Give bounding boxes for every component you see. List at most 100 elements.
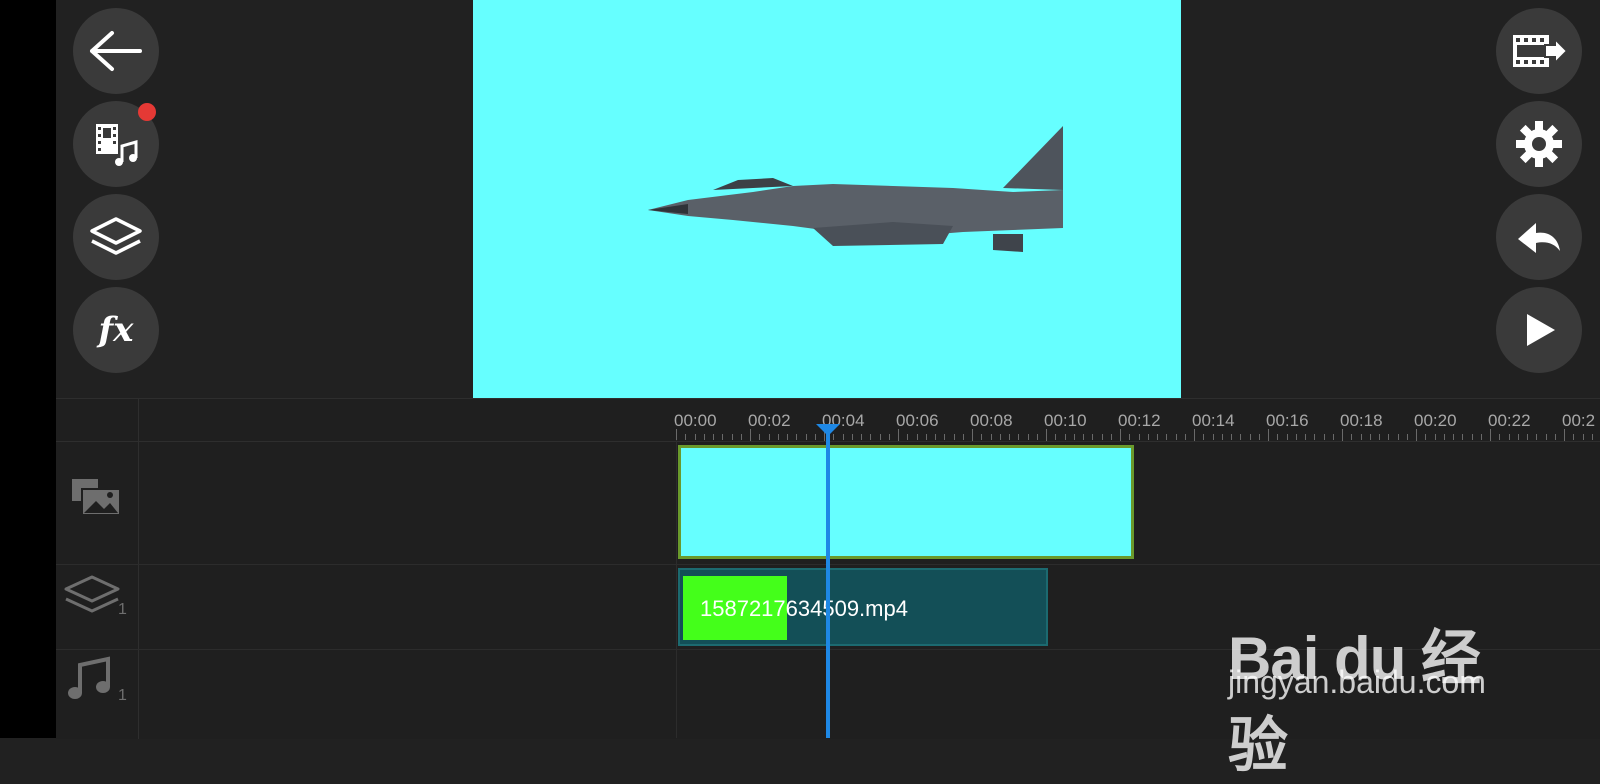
ruler-tick <box>1277 434 1279 440</box>
ruler-label: 00:12 <box>1118 411 1161 430</box>
ruler-tick <box>1046 429 1047 441</box>
effects-button[interactable]: fx <box>73 287 159 373</box>
ruler-label: 00:00 <box>674 411 717 430</box>
ruler-tick <box>740 434 742 440</box>
fighter-jet-image <box>648 126 1063 252</box>
ruler-tick <box>925 434 927 440</box>
ruler-tick <box>953 434 955 440</box>
ruler-tick <box>787 434 788 440</box>
playhead-handle[interactable] <box>816 424 840 436</box>
ruler-label: 00:08 <box>970 411 1013 430</box>
audio-music-track-icon[interactable] <box>66 655 114 703</box>
export-button[interactable] <box>1496 8 1582 94</box>
ruler-label: 00:2 <box>1562 411 1596 430</box>
ruler-label: 00:16 <box>1266 411 1309 430</box>
video-image-track-icon[interactable] <box>70 477 122 517</box>
playhead[interactable] <box>826 426 830 738</box>
ruler-tick <box>1564 429 1565 441</box>
ruler-tick <box>935 434 936 440</box>
ruler-label: 00:10 <box>1044 411 1087 430</box>
ruler-tick <box>1490 429 1491 441</box>
right-toolbar <box>1480 0 1600 398</box>
ruler-tick <box>888 434 890 440</box>
ruler-tick <box>1582 434 1584 440</box>
ruler-tick <box>731 434 733 440</box>
ruler-tick <box>1212 434 1214 440</box>
layers-icon <box>90 217 142 255</box>
ruler-tick <box>1064 434 1066 440</box>
ruler-tick <box>1083 434 1084 440</box>
ruler-tick <box>1268 429 1269 441</box>
arrow-left-icon <box>90 31 142 71</box>
video-preview[interactable] <box>473 0 1181 398</box>
ruler-tick <box>1453 434 1454 440</box>
video-track-clip[interactable] <box>678 445 1134 559</box>
ruler-tick <box>916 434 918 440</box>
overlay-layer-track-icon[interactable] <box>62 571 122 619</box>
ruler-label: 00:20 <box>1414 411 1457 430</box>
ruler-tick <box>685 434 687 440</box>
ruler-tick <box>759 434 761 440</box>
ruler-tick <box>1231 434 1232 440</box>
overlay-clip-name: 1587217634509.mp4 <box>700 596 908 621</box>
ruler-tick <box>1286 434 1288 440</box>
ruler-tick <box>1129 434 1131 440</box>
ruler-tick <box>703 434 705 440</box>
ruler-tick <box>1018 434 1020 440</box>
ruler-tick <box>1120 429 1121 441</box>
ruler-tick <box>1369 434 1371 440</box>
ruler-tick <box>1554 434 1556 440</box>
ruler-tick <box>999 434 1001 440</box>
ruler-tick <box>1462 434 1464 440</box>
ruler-label: 00:18 <box>1340 411 1383 430</box>
ruler-tick <box>1036 434 1038 440</box>
ruler-tick <box>1295 434 1297 440</box>
ruler-tick <box>1360 434 1362 440</box>
ruler-tick <box>1175 434 1177 440</box>
ruler-tick <box>1323 434 1325 440</box>
ruler-tick <box>861 434 862 440</box>
ruler-tick <box>879 434 881 440</box>
back-button[interactable] <box>73 8 159 94</box>
ruler-tick <box>981 434 983 440</box>
ruler-tick <box>750 429 751 441</box>
ruler-tick <box>1249 434 1251 440</box>
settings-button[interactable] <box>1496 101 1582 187</box>
ruler-tick <box>1314 434 1316 440</box>
ruler-tick <box>1342 429 1343 441</box>
left-toolbar: fx <box>56 0 176 398</box>
ruler-tick <box>962 434 964 440</box>
ruler-tick <box>1397 434 1399 440</box>
export-film-icon <box>1513 35 1569 67</box>
overlay-track-count: 1 <box>118 601 127 618</box>
ruler-tick <box>777 434 779 440</box>
ruler-tick <box>1471 434 1473 440</box>
play-button[interactable] <box>1496 287 1582 373</box>
layers-button[interactable] <box>73 194 159 280</box>
gear-icon <box>1516 121 1562 167</box>
ruler-tick <box>1536 434 1538 440</box>
ruler-tick <box>722 434 724 440</box>
ruler-tick <box>768 434 770 440</box>
film-music-icon <box>96 124 138 166</box>
ruler-tick <box>1258 434 1260 440</box>
ruler-tick <box>944 434 946 440</box>
ruler-tick <box>870 434 872 440</box>
ruler-tick <box>1184 434 1186 440</box>
audio-track-count: 1 <box>118 687 127 704</box>
undo-icon <box>1518 223 1560 253</box>
ruler-label: 00:02 <box>748 411 791 430</box>
undo-button[interactable] <box>1496 194 1582 280</box>
play-icon <box>1527 314 1555 346</box>
media-notification-badge <box>138 103 156 121</box>
ruler-tick <box>1406 434 1408 440</box>
ruler-tick <box>1073 434 1075 440</box>
ruler-tick <box>1517 434 1519 440</box>
ruler-tick <box>1092 434 1094 440</box>
ruler-tick <box>1166 434 1168 440</box>
ruler-tick <box>1194 429 1195 441</box>
ruler-tick <box>898 429 899 441</box>
overlay-track-clip[interactable]: 1587217634509.mp4 <box>678 568 1048 646</box>
ruler-tick <box>1379 434 1380 440</box>
ruler-tick <box>1416 429 1417 441</box>
